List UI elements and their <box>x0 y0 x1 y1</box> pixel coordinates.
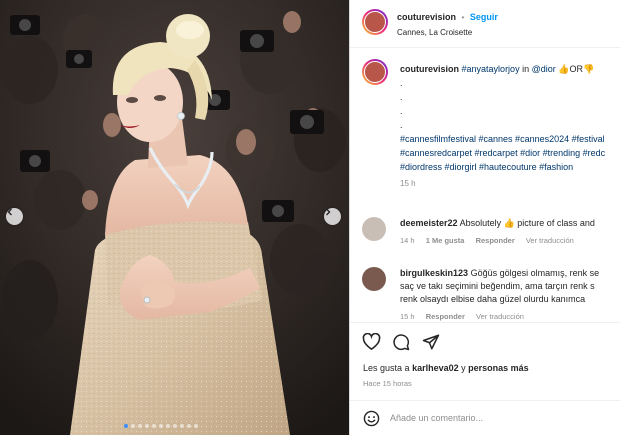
carousel-prev-button[interactable] <box>6 208 23 225</box>
chevron-left-icon <box>7 208 12 216</box>
heart-icon[interactable] <box>362 333 381 351</box>
comment-icon[interactable] <box>392 333 410 351</box>
commenter-avatar[interactable] <box>362 217 386 241</box>
comment-username[interactable]: birgulkeskin123 <box>400 268 468 278</box>
carousel-dot <box>138 424 142 428</box>
caption-username[interactable]: couturevision <box>400 64 459 74</box>
caption-mention[interactable]: #anyataylorjoy <box>462 64 520 74</box>
comment-text: saç ve takı seçimini beğendim, ama tarçı… <box>400 281 595 291</box>
comment-username[interactable]: deemeister22 <box>400 218 458 228</box>
post-location[interactable]: Cannes, La Croisette <box>397 28 472 37</box>
likes-user-link[interactable]: karlheva02 <box>412 363 459 373</box>
comment-item: deemeister22 Absolutely 👍 picture of cla… <box>362 217 620 253</box>
post-caption: couturevision #anyataylorjoy in @dior 👍O… <box>400 62 620 191</box>
carousel-next-button[interactable] <box>324 208 341 225</box>
post-media[interactable] <box>0 0 349 435</box>
carousel-indicator <box>124 424 198 428</box>
carousel-dot <box>187 424 191 428</box>
post-side-panel: couturevision • Seguir Cannes, La Croise… <box>349 0 620 435</box>
caption-emoji-text: 👍OR👎 <box>558 64 595 74</box>
comment-text: Absolutely 👍 picture of class and <box>459 218 595 228</box>
caption-time: 15 h <box>400 179 416 188</box>
comment-body: birgulkeskin123 Göğüs gölgesi olmamış, r… <box>400 267 620 306</box>
comment-body: deemeister22 Absolutely 👍 picture of cla… <box>400 217 620 230</box>
likes-middle: y <box>461 363 466 373</box>
comment-meta: 14 h 1 Me gusta Responder Ver traducción <box>400 236 583 245</box>
likes-prefix: Les gusta a <box>363 363 410 373</box>
header-separator: • <box>461 13 465 22</box>
caption-dot: . <box>400 120 403 130</box>
author-username[interactable]: couturevision <box>397 12 456 22</box>
comment-reply-button[interactable]: Responder <box>476 236 515 245</box>
post-timestamp[interactable]: Hace 15 horas <box>363 379 412 388</box>
caption-dot: . <box>400 92 403 102</box>
comment-time: 14 h <box>400 236 415 245</box>
comment-time: 15 h <box>400 312 415 321</box>
comment-translate-link[interactable]: Ver traducción <box>476 312 524 321</box>
comment-translate-link[interactable]: Ver traducción <box>526 236 574 245</box>
carousel-dot <box>131 424 135 428</box>
likes-others-link[interactable]: personas más <box>468 363 529 373</box>
caption-hashtags[interactable]: #cannesredcarpet #redcarpet #dior #trend… <box>400 146 620 160</box>
comment-reply-button[interactable]: Responder <box>426 312 465 321</box>
commenter-avatar[interactable] <box>362 267 386 291</box>
caption-mention[interactable]: @dior <box>532 64 556 74</box>
comment-item: birgulkeskin123 Göğüs gölgesi olmamış, r… <box>362 267 620 323</box>
carousel-dot <box>173 424 177 428</box>
caption-hashtags[interactable]: #cannesfilmfestival #cannes #cannes2024 … <box>400 132 620 146</box>
author-avatar[interactable] <box>362 9 388 35</box>
carousel-dot <box>145 424 149 428</box>
caption-dot: . <box>400 106 403 116</box>
post-header: couturevision • Seguir Cannes, La Croise… <box>350 0 620 48</box>
post-photo <box>0 0 349 435</box>
comment-text: renk olsaydı elbise daha güzel olurdu ka… <box>400 294 586 304</box>
carousel-dot <box>166 424 170 428</box>
post-actions <box>350 322 620 362</box>
comment-text: Göğüs gölgesi olmamış, renk se <box>470 268 600 278</box>
likes-summary: Les gusta a karlheva02 y personas más <box>363 363 529 373</box>
comment-input[interactable] <box>390 410 610 426</box>
paper-plane-icon[interactable] <box>422 333 440 351</box>
follow-button[interactable]: Seguir <box>470 12 498 22</box>
caption-avatar[interactable] <box>362 59 388 85</box>
comment-meta: 15 h Responder Ver traducción <box>400 312 533 321</box>
caption-dot: . <box>400 78 403 88</box>
add-comment-bar <box>350 400 620 435</box>
carousel-dot <box>159 424 163 428</box>
caption-word: in <box>522 64 530 74</box>
caption-hashtags[interactable]: #diordress #diorgirl #hautecouture #fash… <box>400 160 620 174</box>
chevron-right-icon <box>326 208 331 216</box>
carousel-dot <box>152 424 156 428</box>
carousel-dot <box>194 424 198 428</box>
carousel-dot <box>124 424 128 428</box>
comment-likes-link[interactable]: 1 Me gusta <box>426 236 465 245</box>
smiley-icon[interactable] <box>363 410 380 427</box>
carousel-dot <box>180 424 184 428</box>
